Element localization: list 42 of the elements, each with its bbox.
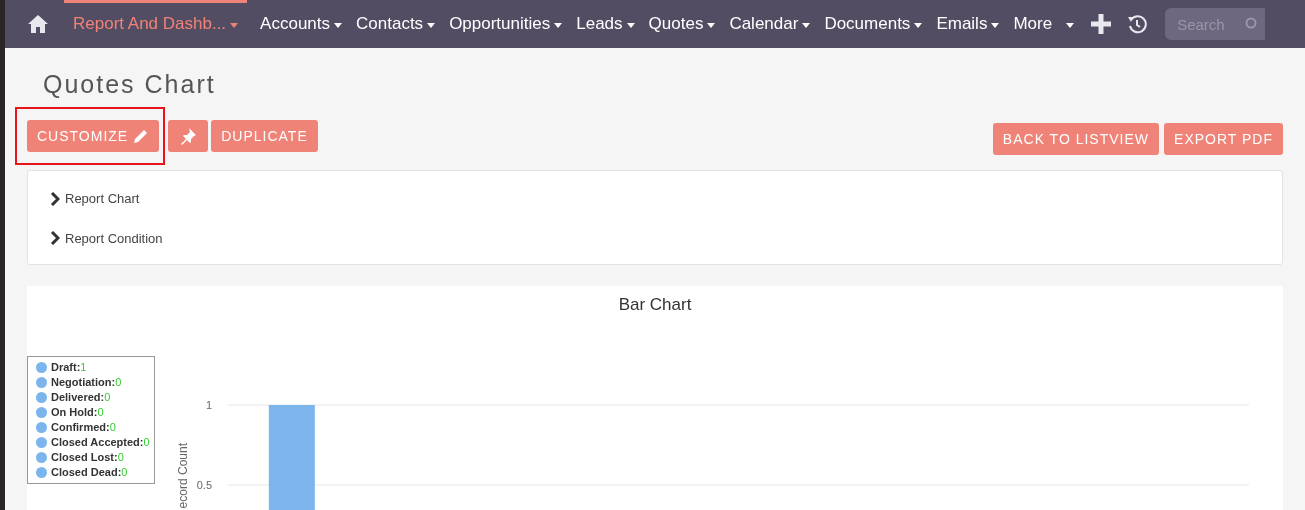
home-icon[interactable] bbox=[27, 14, 49, 34]
caret-icon bbox=[334, 22, 343, 28]
y-tick-label: 0.5 bbox=[196, 479, 212, 491]
caret-icon bbox=[914, 22, 923, 28]
chevron-icon[interactable] bbox=[50, 231, 60, 246]
caret-icon bbox=[991, 22, 1000, 28]
pin-button[interactable] bbox=[168, 120, 209, 152]
legend-label: Negotiation:0 bbox=[51, 375, 122, 391]
y-axis-label: ecord Count bbox=[176, 443, 190, 509]
nav-menu-item[interactable]: Opportunities bbox=[442, 0, 570, 48]
history-icon[interactable] bbox=[1127, 14, 1148, 34]
legend-label: On Hold:0 bbox=[51, 405, 104, 421]
page-title: Quotes Chart bbox=[43, 69, 216, 100]
legend-label: Delivered:0 bbox=[51, 390, 111, 406]
legend-label: Closed Accepted:0 bbox=[51, 435, 150, 451]
caret-icon bbox=[554, 22, 563, 28]
legend-label: Closed Lost:0 bbox=[51, 450, 124, 466]
y-tick-label: 1 bbox=[205, 399, 212, 411]
nav-menu-item[interactable]: Contacts bbox=[349, 0, 443, 48]
nav-menu-item[interactable]: Quotes bbox=[641, 0, 723, 48]
nav-menu-item[interactable]: More bbox=[1006, 0, 1082, 48]
nav-menu-item[interactable]: Calendar bbox=[722, 0, 818, 48]
section-toggle[interactable]: Report Condition bbox=[65, 228, 163, 248]
nav-menu-item[interactable]: Leads bbox=[569, 0, 642, 48]
nav-menu-item[interactable]: Emails bbox=[929, 0, 1007, 48]
chart-title: Bar Chart bbox=[618, 295, 692, 314]
pin-icon bbox=[179, 127, 198, 145]
legend-label: Confirmed:0 bbox=[51, 420, 116, 436]
chevron-icon[interactable] bbox=[50, 191, 60, 206]
legend-label: Draft:1 bbox=[51, 360, 87, 376]
nav-menu-item[interactable]: Accounts bbox=[253, 0, 350, 48]
legend-label: Closed Dead:0 bbox=[51, 465, 128, 481]
caret-icon bbox=[626, 22, 635, 28]
pencil-icon bbox=[133, 128, 150, 144]
caret-icon bbox=[707, 22, 716, 28]
section-toggle[interactable]: Report Chart bbox=[65, 189, 140, 209]
caret-icon bbox=[1066, 22, 1075, 28]
plus-icon[interactable] bbox=[1091, 14, 1112, 34]
caret-icon bbox=[230, 22, 239, 28]
caret-icon bbox=[802, 22, 811, 28]
nav-menu-item[interactable]: Documents bbox=[817, 0, 930, 48]
caret-icon bbox=[427, 22, 436, 28]
